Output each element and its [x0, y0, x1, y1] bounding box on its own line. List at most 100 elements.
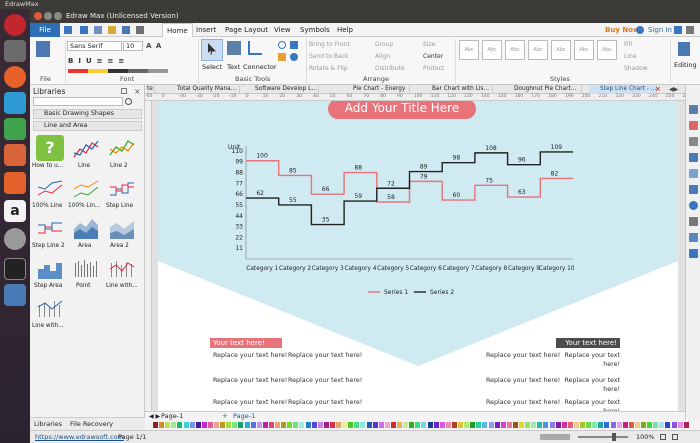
shape-circle-icon[interactable]	[278, 41, 286, 49]
step-line-2-thumb[interactable]	[36, 215, 64, 241]
color-swatch[interactable]	[305, 422, 311, 428]
text-here-badge-right[interactable]: Your text here!	[556, 338, 620, 348]
menu-view[interactable]: View	[270, 23, 295, 37]
color-swatch[interactable]	[171, 422, 177, 428]
color-swatch[interactable]	[641, 422, 646, 428]
navigator-icon[interactable]	[689, 201, 698, 210]
pen-icon[interactable]	[278, 53, 286, 61]
point-thumb[interactable]	[72, 255, 100, 281]
style-preset-2[interactable]: Abc	[482, 40, 502, 60]
color-swatch[interactable]	[275, 422, 280, 428]
help-icon[interactable]	[674, 26, 682, 34]
color-swatch[interactable]	[665, 422, 671, 428]
color-swatch[interactable]	[159, 422, 165, 428]
view-mode-icons[interactable]	[540, 434, 570, 440]
align-button[interactable]: Align	[375, 53, 390, 60]
color-swatch[interactable]	[458, 422, 463, 428]
calc-icon[interactable]	[4, 118, 26, 140]
minimize-window-button[interactable]	[44, 12, 52, 20]
full-line-chart-2-thumb[interactable]	[72, 175, 100, 201]
color-swatch[interactable]	[226, 422, 232, 428]
color-swatch[interactable]	[207, 422, 213, 428]
color-swatch[interactable]	[415, 422, 421, 428]
chat-icon[interactable]	[689, 249, 698, 258]
open-icon[interactable]	[108, 26, 116, 34]
doc-tab-active[interactable]: Step Line Chart - ...	[589, 85, 657, 94]
line-chart-thumb[interactable]	[72, 135, 100, 161]
color-swatch[interactable]	[336, 422, 341, 428]
page-tab[interactable]: Page-1	[161, 412, 183, 420]
color-swatch[interactable]	[476, 422, 482, 428]
menu-insert[interactable]: Insert	[192, 23, 220, 37]
close-tab-icon[interactable]: ×	[655, 85, 661, 93]
color-swatch[interactable]	[555, 422, 561, 428]
color-swatch[interactable]	[262, 422, 268, 428]
library-section-line-area[interactable]: Line and Area	[33, 121, 142, 131]
collapse-ribbon-icon[interactable]	[686, 26, 694, 34]
comment-icon[interactable]	[689, 233, 698, 242]
fit-width-icon[interactable]	[672, 434, 678, 440]
line-icon[interactable]	[689, 137, 698, 146]
menu-symbols[interactable]: Symbols	[296, 23, 334, 37]
color-swatch[interactable]	[256, 422, 262, 428]
color-swatch[interactable]	[189, 422, 195, 428]
color-swatch[interactable]	[201, 422, 207, 428]
editing-label[interactable]: Editing	[674, 61, 697, 69]
file-save-icon[interactable]	[36, 41, 50, 57]
zoom-slider-thumb[interactable]	[612, 433, 616, 441]
shape-rect-icon[interactable]	[290, 41, 298, 49]
step-line-chart[interactable]: Unit112233445566778899110Category 1 Categ…	[218, 141, 588, 311]
color-swatch[interactable]	[586, 422, 592, 428]
color-swatch[interactable]	[317, 422, 323, 428]
style-preset-4[interactable]: Abc	[528, 40, 548, 60]
color-swatch[interactable]	[616, 422, 622, 428]
placeholder-text[interactable]: Replace your text here!	[486, 352, 561, 361]
edraw-icon[interactable]	[4, 284, 26, 306]
maximize-window-button[interactable]	[54, 12, 62, 20]
color-swatch[interactable]	[677, 422, 683, 428]
color-swatch[interactable]	[287, 422, 293, 428]
color-swatch[interactable]	[390, 422, 396, 428]
tab-file-recovery[interactable]: File Recovery	[70, 420, 113, 428]
color-swatch[interactable]	[299, 422, 305, 428]
print-icon[interactable]	[136, 26, 144, 34]
menu-home[interactable]: Home	[162, 23, 193, 37]
tabs-scroll-icon[interactable]: ◀▶	[669, 86, 678, 93]
placeholder-text[interactable]: Replace your text here!	[213, 352, 288, 361]
impress-icon[interactable]	[4, 144, 26, 166]
how-to-use-icon[interactable]: ?	[36, 135, 64, 161]
file-menu[interactable]: File	[30, 23, 60, 37]
color-palette[interactable]	[145, 420, 700, 430]
color-swatch[interactable]	[464, 422, 470, 428]
style-preset-1[interactable]: Abc	[459, 40, 479, 60]
page-nav-icons[interactable]: ◀ ▶	[149, 413, 160, 420]
color-swatch[interactable]	[628, 422, 634, 428]
area-thumb[interactable]	[72, 215, 100, 241]
placeholder-text[interactable]: Replace your text here!	[288, 377, 363, 386]
placeholder-text[interactable]: Replace your text here!	[288, 352, 363, 361]
placeholder-text[interactable]: Replace your text here!	[288, 399, 363, 408]
save-icon[interactable]	[122, 26, 130, 34]
color-swatch[interactable]	[683, 422, 689, 428]
select-tool-button[interactable]	[201, 39, 223, 61]
color-swatch[interactable]	[598, 422, 604, 428]
bring-to-front-button[interactable]: Bring to Front	[309, 41, 350, 48]
library-search-input[interactable]	[33, 97, 123, 106]
color-swatch[interactable]	[177, 422, 183, 428]
color-swatch[interactable]	[153, 422, 158, 428]
color-swatch[interactable]	[653, 422, 659, 428]
font-color-icons[interactable]	[68, 69, 168, 73]
color-swatch[interactable]	[567, 422, 573, 428]
page-title[interactable]: Add Your Title Here	[328, 101, 476, 119]
files-icon[interactable]	[4, 40, 26, 62]
color-swatch[interactable]	[232, 422, 238, 428]
color-swatch[interactable]	[195, 422, 201, 428]
amazon-icon[interactable]: a	[4, 200, 26, 222]
font-grow-shrink-icons[interactable]: A A	[146, 42, 172, 50]
color-swatch[interactable]	[372, 422, 378, 428]
text-tool-icon[interactable]	[227, 41, 241, 55]
tab-libraries[interactable]: Libraries	[34, 420, 62, 428]
placeholder-text[interactable]: Replace your text here!	[556, 399, 621, 411]
placeholder-text[interactable]: Replace your text here!	[486, 399, 561, 408]
color-swatch[interactable]	[250, 422, 256, 428]
